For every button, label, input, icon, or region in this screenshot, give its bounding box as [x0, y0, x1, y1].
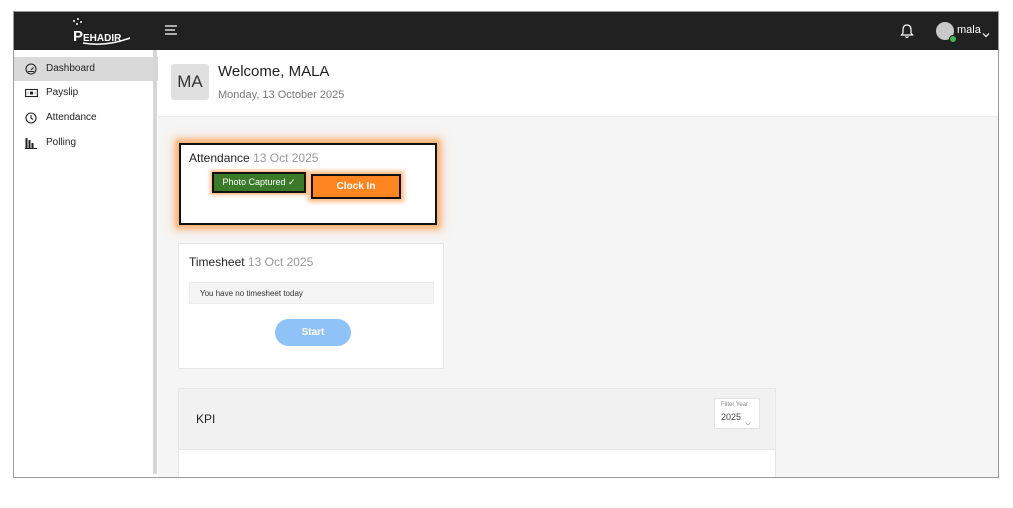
- filter-year-label: Filter Year: [721, 402, 749, 408]
- sidebar-scrollbar[interactable]: [153, 50, 157, 474]
- sidebar-item-payslip[interactable]: Payslip: [14, 81, 158, 105]
- sidebar-item-dashboard[interactable]: Dashboard: [14, 57, 158, 81]
- user-initials-avatar: MA: [171, 64, 209, 100]
- filter-year-select[interactable]: Filter Year 2025: [714, 398, 760, 429]
- timesheet-date: 13 Oct 2025: [247, 255, 314, 269]
- top-navbar: P EHADIR mala: [14, 12, 998, 50]
- timesheet-card: Timesheet 13 Oct 2025 You have no timesh…: [178, 243, 444, 369]
- app-logo[interactable]: P EHADIR: [54, 16, 154, 46]
- timesheet-empty-message: You have no timesheet today: [189, 282, 434, 304]
- main-content: MA Welcome, MALA Monday, 13 October 2025…: [158, 50, 998, 477]
- welcome-date: Monday, 13 October 2025: [218, 89, 345, 101]
- kpi-card: KPI Filter Year 2025: [178, 388, 776, 477]
- attendance-date: 13 Oct 2025: [253, 151, 319, 165]
- sidebar-item-label: Payslip: [46, 87, 79, 98]
- photo-captured-badge[interactable]: Photo Captured ✓: [212, 172, 306, 193]
- svg-text:P: P: [73, 28, 83, 45]
- app-window: P EHADIR mala Dashboard Payslip Attendan…: [13, 11, 999, 478]
- clock-in-button[interactable]: Clock In: [311, 174, 401, 199]
- attendance-card: Attendance 13 Oct 2025 Photo Captured ✓ …: [179, 143, 437, 225]
- timesheet-card-title: Timesheet 13 Oct 2025: [189, 255, 313, 269]
- kpi-title: KPI: [196, 412, 216, 426]
- attendance-card-title: Attendance 13 Oct 2025: [189, 151, 318, 165]
- start-button[interactable]: Start: [275, 319, 351, 346]
- sidebar-item-label: Dashboard: [46, 63, 95, 74]
- sidebar-item-label: Attendance: [46, 112, 97, 123]
- caret-down-icon: [745, 413, 751, 426]
- bar-chart-icon: [25, 137, 37, 149]
- welcome-header: MA Welcome, MALA Monday, 13 October 2025: [158, 50, 998, 117]
- speedometer-icon: [25, 63, 37, 75]
- user-name[interactable]: mala: [957, 24, 981, 36]
- clock-icon: [25, 112, 37, 124]
- online-status-dot: [949, 35, 957, 43]
- sidebar-item-attendance[interactable]: Attendance: [14, 106, 158, 130]
- sidebar-item-label: Polling: [46, 137, 77, 148]
- payslip-icon: [25, 87, 38, 99]
- filter-year-value: 2025: [721, 412, 742, 422]
- kpi-body: [179, 450, 775, 477]
- bell-icon[interactable]: [900, 23, 914, 39]
- kpi-header: KPI Filter Year 2025: [179, 389, 775, 450]
- welcome-title: Welcome, MALA: [218, 63, 330, 80]
- attendance-title: Attendance: [189, 151, 250, 165]
- timesheet-title: Timesheet: [189, 255, 245, 269]
- sidebar: Dashboard Payslip Attendance Polling: [14, 50, 158, 477]
- chevron-down-icon[interactable]: [982, 26, 990, 38]
- hamburger-menu-icon[interactable]: [164, 23, 178, 37]
- sidebar-item-polling[interactable]: Polling: [14, 131, 158, 155]
